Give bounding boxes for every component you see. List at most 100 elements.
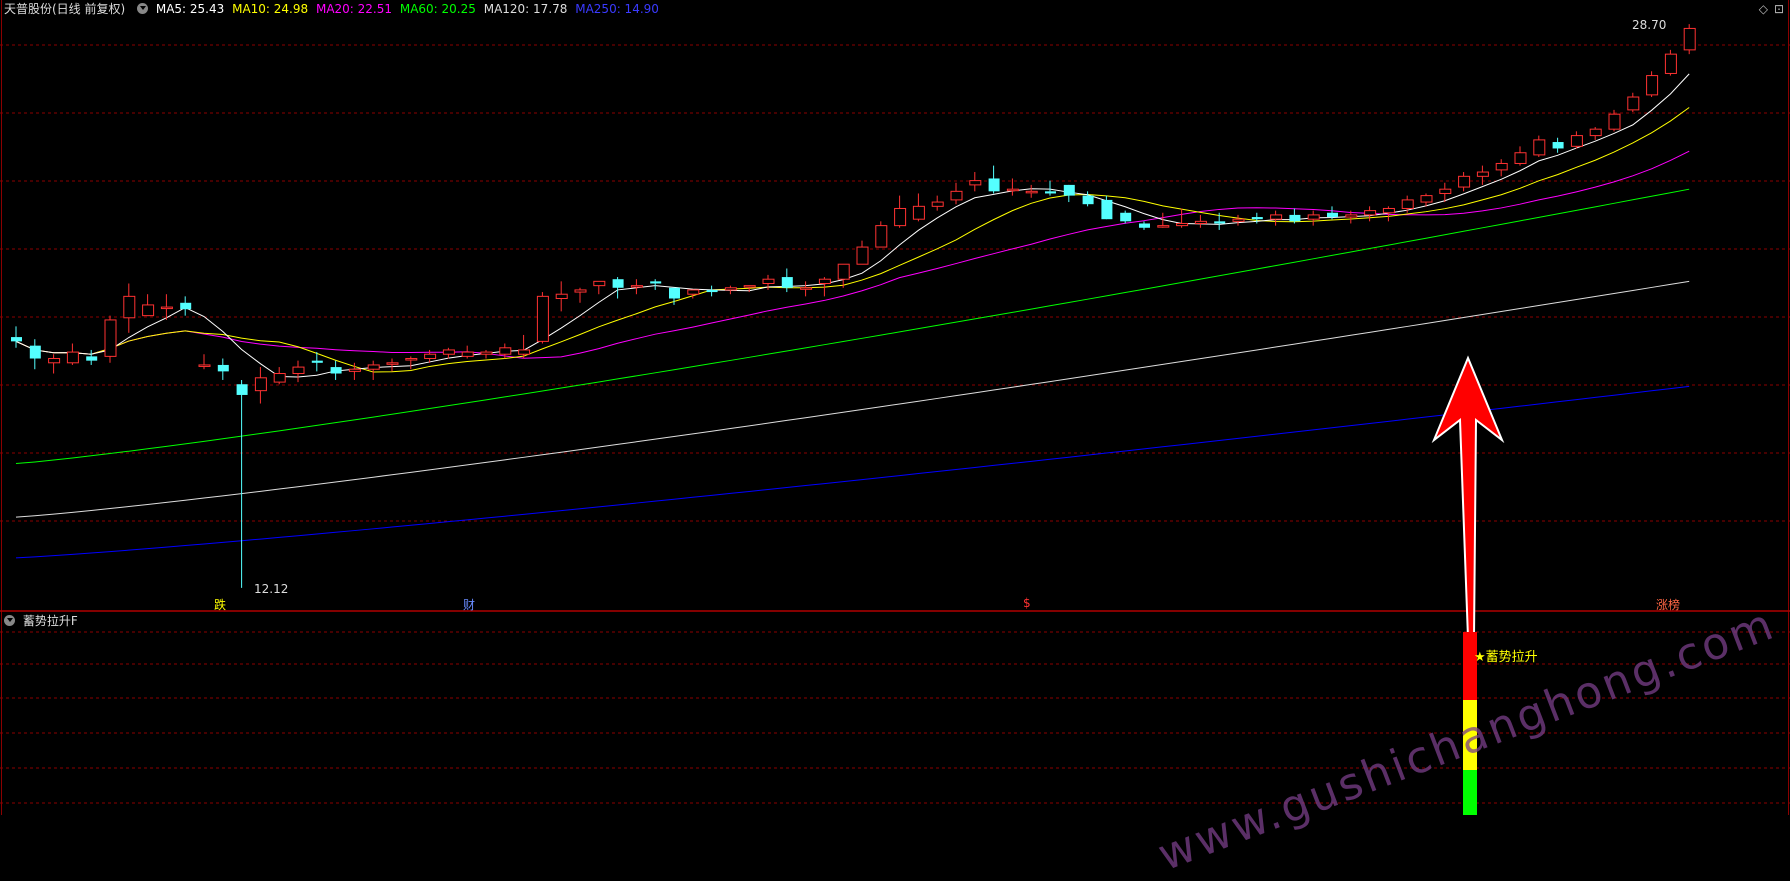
candle-body <box>1364 210 1377 216</box>
candle-body <box>1627 96 1640 111</box>
candle-body <box>612 279 624 288</box>
candle-body <box>424 353 437 360</box>
candle-body <box>931 201 944 207</box>
collapse-icon[interactable]: ◇ <box>1759 2 1768 16</box>
candle-body <box>254 377 267 392</box>
candle-body <box>160 306 173 310</box>
candle-body <box>1401 199 1414 209</box>
low-price-label: 12.12 <box>254 582 288 596</box>
candle-body <box>555 293 568 299</box>
ma20-line <box>15 150 1690 359</box>
candle-body <box>762 278 775 284</box>
candle-body <box>1608 113 1621 130</box>
candle-body <box>1082 195 1094 205</box>
signal-bar-green <box>1463 770 1477 815</box>
ma250-value: MA250: 14.90 <box>575 2 659 16</box>
low-price-text: 12.12 <box>254 582 289 596</box>
event-marker-dollar[interactable]: $ <box>1023 596 1031 610</box>
candle-body <box>1139 223 1150 228</box>
candle-body <box>1345 214 1358 218</box>
signal-bar-red <box>1463 632 1477 700</box>
candle-body <box>142 304 155 317</box>
candle-body <box>1458 175 1471 188</box>
candle-body <box>461 351 474 357</box>
up-arrow-icon <box>1431 355 1505 639</box>
chevron-down-icon[interactable] <box>137 3 149 14</box>
candle-body <box>1646 75 1659 96</box>
high-price-label: 28.70 <box>1632 18 1666 32</box>
candle-body <box>1232 218 1245 222</box>
candle-body <box>66 351 79 364</box>
ma60-value: MA60: 20.25 <box>399 2 476 16</box>
candle-body <box>894 207 907 227</box>
candle-body <box>781 277 793 288</box>
candle-body <box>1495 162 1508 171</box>
event-marker-die[interactable]: 跌 <box>214 596 226 613</box>
candle-body <box>1063 184 1075 196</box>
candle-body <box>818 278 831 284</box>
chart-header: 天普股份(日线 前复权) MA5: 25.43 MA10: 24.98 MA20… <box>0 0 663 18</box>
candle-body <box>386 362 399 365</box>
candle-body <box>1270 214 1283 220</box>
candle-body <box>1045 191 1056 194</box>
ma5-value: MA5: 25.43 <box>155 2 225 16</box>
event-marker-zhangbang[interactable]: 涨榜 <box>1656 596 1680 613</box>
candle-body <box>1514 152 1527 164</box>
indicator-header: 蓄势拉升F <box>0 612 82 630</box>
chevron-down-icon[interactable] <box>4 615 15 626</box>
candle-body <box>630 285 643 288</box>
candle-body <box>273 373 286 383</box>
candle-body <box>875 225 888 248</box>
candle-body <box>950 190 963 201</box>
window-icon[interactable]: ⊡ <box>1774 2 1784 16</box>
event-marker-cai[interactable]: 财 <box>463 596 475 613</box>
candle-body <box>29 345 41 359</box>
candle-body <box>1589 128 1602 137</box>
ma5-line <box>15 73 1690 378</box>
candle-body <box>518 349 531 355</box>
candle-body <box>311 360 323 363</box>
candle-body <box>1251 217 1263 220</box>
candle-body <box>669 287 680 299</box>
stock-title: 天普股份(日线 前复权) <box>4 2 126 16</box>
indicator-title: 蓄势拉升F <box>22 614 78 628</box>
candle-body <box>536 295 549 342</box>
candle-body <box>11 337 22 342</box>
candle-body <box>1664 53 1677 74</box>
candle-body <box>593 280 606 287</box>
candle-body <box>348 368 361 372</box>
candle-body <box>180 302 192 310</box>
candle-body <box>1025 190 1038 194</box>
candle-body <box>1289 214 1301 222</box>
candle-body <box>706 289 718 293</box>
candle-body <box>480 351 493 355</box>
candle-body <box>1327 212 1338 218</box>
candle-body <box>292 366 305 375</box>
candle-body <box>123 295 136 319</box>
candle-body <box>405 358 418 361</box>
ma250-line <box>15 385 1690 559</box>
candle-body <box>969 180 982 186</box>
candle-body <box>743 285 756 288</box>
candle-body <box>198 364 211 367</box>
candle-body <box>1176 222 1189 227</box>
candle-body <box>236 384 248 395</box>
candle-body <box>1533 139 1546 156</box>
candle-body <box>988 178 1000 192</box>
candle-body <box>367 364 380 370</box>
ma10-value: MA10: 24.98 <box>232 2 309 16</box>
candle-body <box>800 287 813 290</box>
candle-body <box>1194 220 1207 224</box>
candle-body <box>837 263 850 280</box>
candle-body <box>1006 188 1019 192</box>
candle-body <box>574 289 587 293</box>
candle-body <box>48 358 61 364</box>
candle-body <box>856 246 869 265</box>
candle-body <box>1570 135 1583 147</box>
candle-body <box>1683 27 1696 51</box>
candle-body <box>1101 199 1113 220</box>
ma120-value: MA120: 17.78 <box>483 2 568 16</box>
candle-body <box>86 356 98 361</box>
high-price-text: 28.70 <box>1632 18 1667 32</box>
candle-body <box>104 319 117 357</box>
